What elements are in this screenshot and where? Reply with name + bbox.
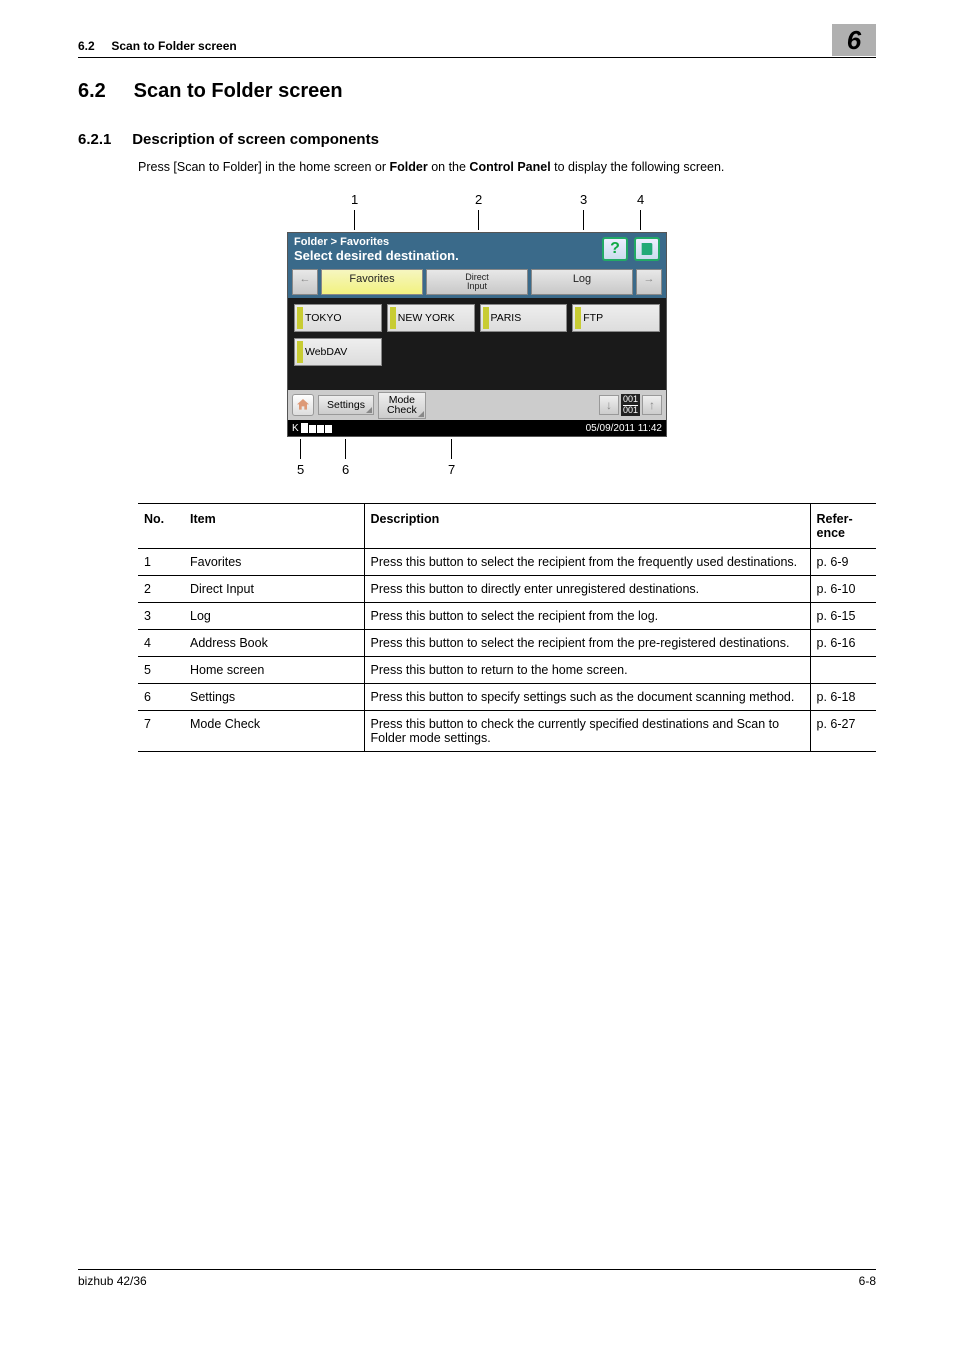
dest-paris[interactable]: PARIS [480,304,568,332]
footer-product: bizhub 42/36 [78,1274,147,1288]
page-footer: bizhub 42/36 6-8 [78,1269,876,1288]
callout-2: 2 [475,192,482,207]
tab-next-arrow[interactable]: → [636,269,662,295]
table-row: 1FavoritesPress this button to select th… [138,549,876,576]
mode-check-button[interactable]: ModeCheck [378,392,426,419]
callout-1: 1 [351,192,358,207]
home-button[interactable] [292,394,314,416]
address-book-button[interactable] [634,237,660,261]
callout-4: 4 [637,192,644,207]
header-section-ref: 6.2 [78,39,95,53]
arrow-left-icon: ← [300,273,311,285]
settings-button[interactable]: Settings [318,395,374,415]
arrow-up-icon: ↑ [649,398,655,412]
device-figure: 1 2 3 4 Folder > Favorites Select desire… [287,192,667,477]
help-button[interactable]: ? [602,237,628,261]
tab-direct-input[interactable]: DirectInput [426,269,528,295]
table-row: 7Mode CheckPress this button to check th… [138,711,876,752]
callout-7: 7 [448,462,455,477]
dest-newyork[interactable]: NEW YORK [387,304,475,332]
tab-log[interactable]: Log [531,269,633,295]
table-row: 2Direct InputPress this button to direct… [138,576,876,603]
callout-6: 6 [342,462,349,477]
section-title: 6.2 Scan to Folder screen [78,80,876,103]
status-datetime: 05/09/2011 11:42 [586,423,662,434]
components-table: No. Item Description Refer- ence 1Favori… [138,503,876,752]
chapter-badge: 6 [832,24,876,56]
arrow-right-icon: → [644,273,655,285]
tab-favorites[interactable]: Favorites [321,269,423,295]
question-icon: ? [610,240,620,258]
footer-page: 6-8 [859,1274,876,1288]
callout-3: 3 [580,192,587,207]
page-indicator: 001001 [621,394,640,417]
th-no: No. [138,504,184,549]
th-ref: Refer- ence [810,504,876,549]
callout-5: 5 [297,462,304,477]
status-bar: K 05/09/2011 11:42 [288,420,666,436]
table-row: 4Address BookPress this button to select… [138,630,876,657]
device-screen: Folder > Favorites Select desired destin… [287,232,667,437]
table-row: 5Home screenPress this button to return … [138,657,876,684]
dest-ftp[interactable]: FTP [572,304,660,332]
dest-webdav[interactable]: WebDAV [294,338,382,366]
tab-prev-arrow[interactable]: ← [292,269,318,295]
page-down-button[interactable]: ↓ [599,395,619,415]
header-section-name: Scan to Folder screen [111,39,236,53]
address-book-icon [639,241,655,257]
table-row: 3LogPress this button to select the reci… [138,603,876,630]
th-item: Item [184,504,364,549]
th-desc: Description [364,504,810,549]
toner-levels-icon [301,423,332,433]
intro-text: Press [Scan to Folder] in the home scree… [138,160,876,174]
page-up-button[interactable]: ↑ [642,395,662,415]
dest-tokyo[interactable]: TOKYO [294,304,382,332]
subsection-title: 6.2.1 Description of screen components [78,131,876,148]
home-icon [295,397,311,413]
running-header: 6.2 Scan to Folder screen 6 [78,30,876,58]
table-row: 6SettingsPress this button to specify se… [138,684,876,711]
arrow-down-icon: ↓ [606,398,612,412]
toner-k-label: K [292,423,299,434]
